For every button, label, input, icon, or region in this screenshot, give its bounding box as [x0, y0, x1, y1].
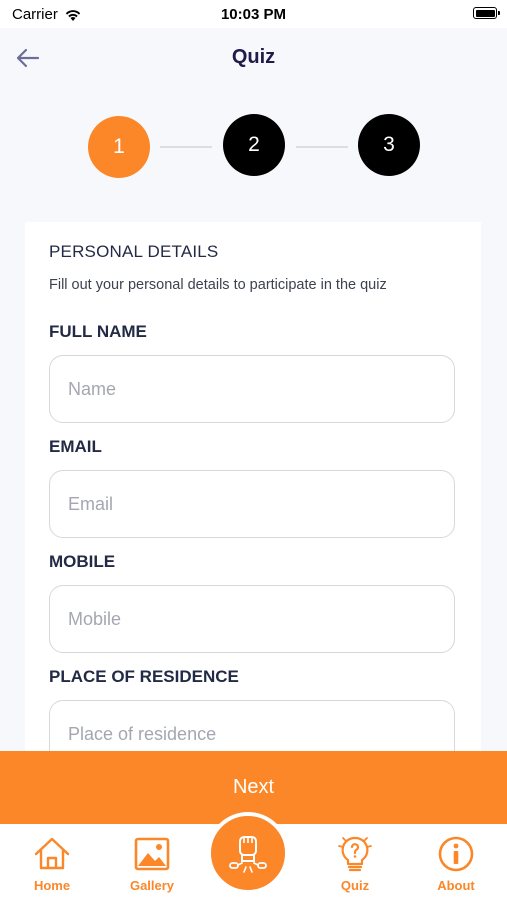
center-tab-button[interactable]	[207, 812, 289, 894]
raised-fist-broken-chain-icon	[229, 836, 267, 873]
quiz-screen: Carrier 10:03 PM Quiz 1 2 3 PERSONAL DET…	[0, 0, 507, 900]
stepper-connector	[160, 146, 212, 148]
full-name-input[interactable]	[49, 355, 455, 423]
home-icon	[34, 837, 70, 870]
status-bar: Carrier 10:03 PM	[0, 0, 507, 28]
place-of-residence-label: PLACE OF RESIDENCE	[49, 667, 239, 686]
page-title: Quiz	[231, 46, 276, 68]
full-name-label: FULL NAME	[49, 322, 147, 341]
lightbulb-question-icon	[338, 836, 372, 872]
quiz-stepper: 1 2 3	[0, 112, 507, 182]
personal-details-card: PERSONAL DETAILS Fill out your personal …	[25, 222, 481, 822]
tab-gallery-label: Gallery	[129, 878, 175, 893]
email-label: EMAIL	[49, 437, 102, 456]
mobile-label: MOBILE	[49, 552, 116, 571]
email-input[interactable]	[49, 470, 455, 538]
header: Quiz	[0, 28, 507, 88]
section-title: PERSONAL DETAILS	[49, 242, 219, 261]
tab-quiz[interactable]: Quiz	[310, 834, 400, 893]
tab-about[interactable]: About	[411, 834, 501, 893]
section-subtitle: Fill out your personal details to partic…	[49, 277, 387, 293]
tab-home-label: Home	[33, 878, 71, 893]
tab-home[interactable]: Home	[7, 834, 97, 893]
mobile-input[interactable]	[49, 585, 455, 653]
status-time: 10:03 PM	[220, 6, 287, 23]
tab-quiz-label: Quiz	[340, 878, 370, 893]
step-1-indicator[interactable]: 1	[88, 116, 150, 178]
step-3-indicator[interactable]: 3	[358, 114, 420, 176]
tab-about-label: About	[437, 878, 475, 893]
stepper-connector	[296, 146, 348, 148]
info-icon	[438, 836, 474, 872]
gallery-icon	[134, 837, 170, 871]
tab-gallery[interactable]: Gallery	[107, 834, 197, 893]
battery-icon	[473, 7, 500, 19]
step-2-indicator[interactable]: 2	[223, 114, 285, 176]
